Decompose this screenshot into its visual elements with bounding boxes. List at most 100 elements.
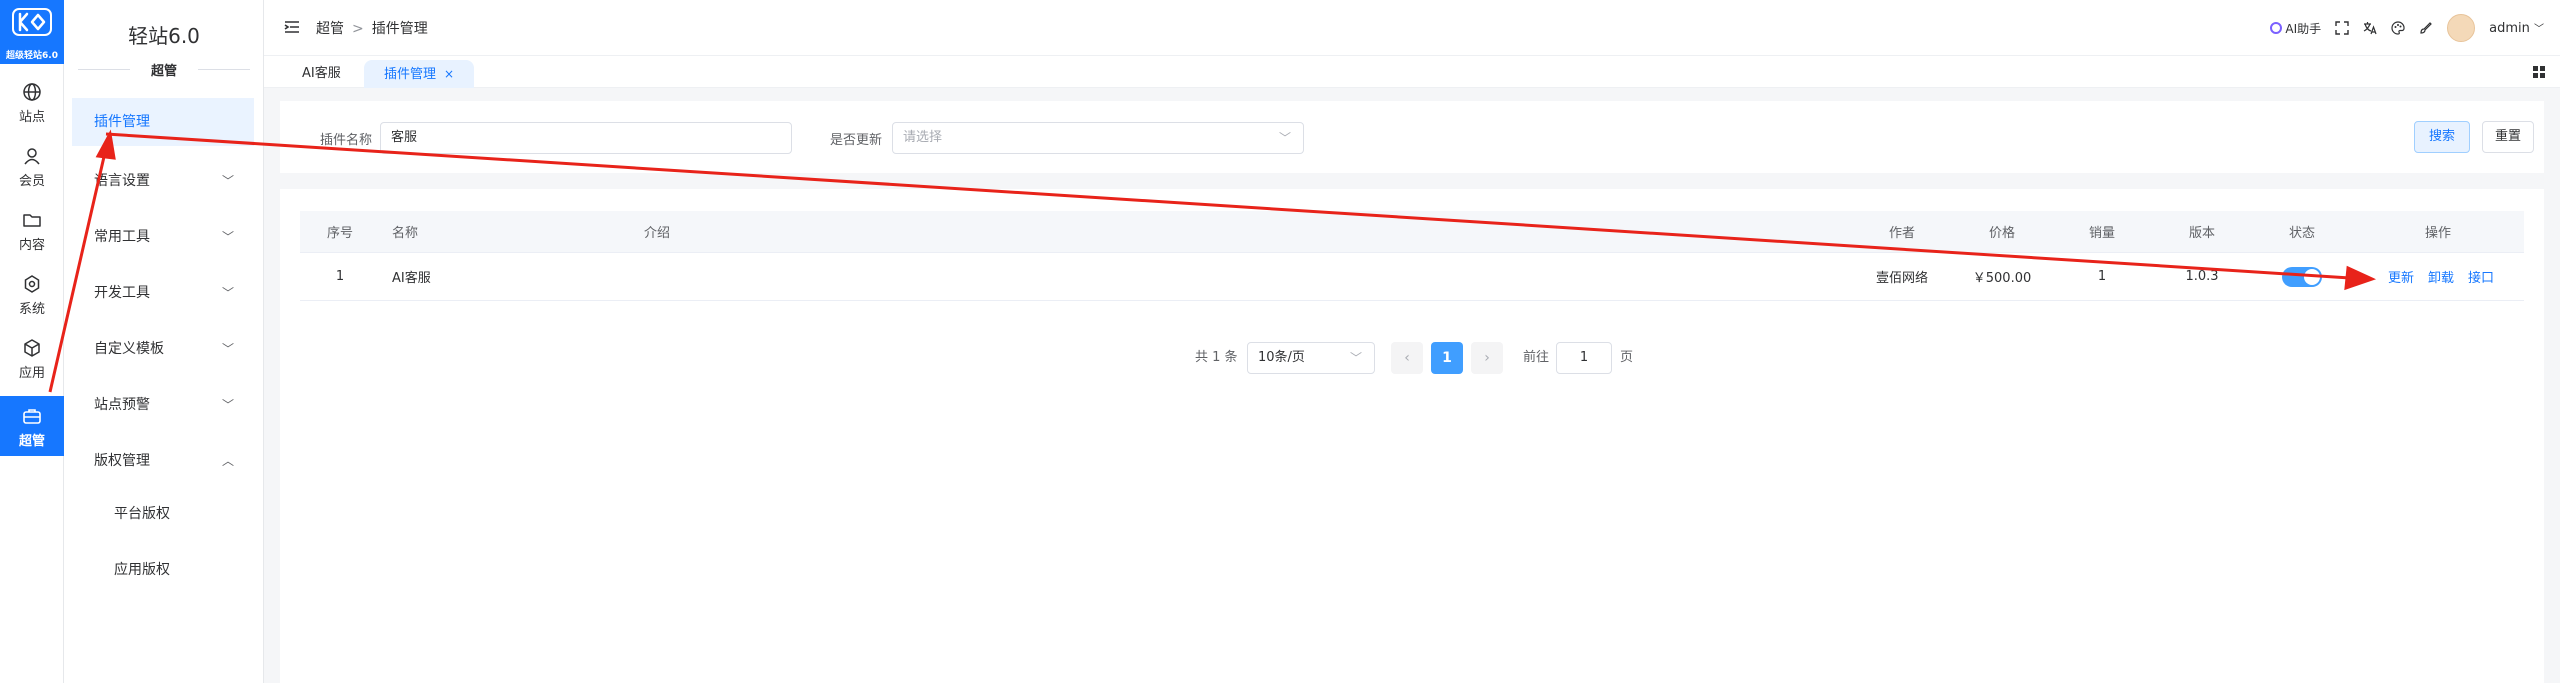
translate-icon[interactable]: [2363, 21, 2377, 35]
menu-item-plugin-management[interactable]: 插件管理: [72, 98, 254, 146]
search-button[interactable]: 搜索: [2414, 121, 2470, 153]
menu-toggle-icon[interactable]: [284, 20, 300, 34]
menu-item-label: 插件管理: [94, 114, 150, 130]
gear-icon: [24, 275, 40, 293]
sidebar-subtitle: 超管: [64, 60, 264, 79]
rail-item-system[interactable]: 系统: [0, 264, 64, 324]
next-page-button[interactable]: ›: [1471, 342, 1503, 374]
api-link[interactable]: 接口: [2468, 267, 2494, 286]
menu-item-label: 版权管理: [94, 453, 150, 469]
cell-name: AI客服: [392, 271, 431, 286]
cell-author: 壹佰网络: [1875, 271, 1928, 286]
tab-label: 插件管理: [384, 67, 437, 82]
breadcrumb-current: 插件管理: [371, 21, 428, 37]
table-row: 1 AI客服 壹佰网络 ￥500.00 1 1.0.3 更新 卸载 接口: [300, 253, 2524, 301]
col-header-actions: 操作: [2424, 226, 2451, 241]
cell-sales: 1: [2097, 269, 2107, 284]
rail-item-superadmin[interactable]: 超管: [0, 396, 64, 456]
reset-button[interactable]: 重置: [2482, 121, 2534, 153]
grid-icon[interactable]: [2532, 65, 2546, 79]
plugin-name-label: 插件名称: [320, 133, 373, 148]
menu-item-site-alert[interactable]: 站点预警 ﹀: [72, 381, 254, 429]
globe-icon: [23, 83, 41, 101]
theme-brush-icon[interactable]: [2419, 21, 2433, 35]
user-menu[interactable]: admin ﹀: [2489, 20, 2544, 36]
col-header-sales: 销量: [2088, 226, 2115, 241]
chevron-up-icon: ︿: [221, 454, 234, 468]
rail-item-label: 内容: [18, 238, 45, 253]
menu-item-custom-template[interactable]: 自定义模板 ﹀: [72, 325, 254, 373]
page-size-value: 10条/页: [1258, 350, 1305, 365]
pagination: 共 1 条 10条/页 ﹀ ‹ 1 › 前往 1 页: [280, 342, 2544, 374]
rail-item-app[interactable]: 应用: [0, 328, 64, 388]
chevron-down-icon: ﹀: [221, 286, 234, 300]
tab-label: AI客服: [302, 66, 341, 81]
menu-item-common-tools[interactable]: 常用工具 ﹀: [72, 213, 254, 261]
search-form: 插件名称 客服 是否更新 请选择 ﹀ 搜索 重置: [280, 101, 2544, 173]
rail-item-label: 应用: [18, 366, 45, 381]
page-number-1[interactable]: 1: [1431, 342, 1463, 374]
table-header: 序号 名称 介绍 作者 价格 销量 版本 状态 操作: [300, 211, 2524, 253]
cube-icon: [24, 339, 40, 357]
chevron-down-icon: ﹀: [2534, 24, 2544, 35]
rail-item-label: 站点: [18, 110, 45, 125]
palette-icon[interactable]: [2391, 21, 2405, 35]
update-status-select[interactable]: 请选择 ﹀: [892, 122, 1304, 154]
col-header-price: 价格: [1988, 226, 2015, 241]
goto-page-input[interactable]: 1: [1556, 342, 1612, 374]
menu-item-label: 语言设置: [94, 173, 150, 189]
ai-assistant-button[interactable]: AI助手: [2270, 20, 2321, 37]
close-icon[interactable]: ×: [444, 67, 454, 81]
uninstall-link[interactable]: 卸载: [2428, 267, 2454, 286]
tab-ai-service[interactable]: AI客服: [282, 60, 361, 88]
fullscreen-icon[interactable]: [2335, 21, 2349, 35]
avatar[interactable]: [2447, 14, 2476, 42]
menu-item-label: 自定义模板: [94, 341, 164, 357]
goto-unit: 页: [1620, 350, 1634, 365]
update-link[interactable]: 更新: [2388, 267, 2414, 286]
prev-page-button[interactable]: ‹: [1391, 342, 1423, 374]
col-header-status: 状态: [2288, 226, 2315, 241]
pagination-total: 共 1 条: [1195, 350, 1238, 365]
cell-intro: [644, 253, 944, 300]
menu-item-app-copyright[interactable]: 应用版权: [72, 546, 254, 594]
chevron-down-icon: ﹀: [221, 230, 234, 244]
col-header-intro: 介绍: [644, 226, 671, 241]
rail-item-site[interactable]: 站点: [0, 72, 64, 132]
chevron-down-icon: ﹀: [1278, 131, 1291, 145]
col-header-index: 序号: [326, 226, 353, 241]
icon-rail: 超级轻站6.0 站点 会员 内容 系统 应用 超管: [0, 0, 64, 683]
briefcase-icon: [23, 409, 41, 424]
rail-item-label: 系统: [18, 302, 45, 317]
menu-item-platform-copyright[interactable]: 平台版权: [72, 490, 254, 538]
status-toggle[interactable]: [2282, 266, 2322, 287]
page-size-select[interactable]: 10条/页 ﹀: [1247, 342, 1375, 374]
rail-item-member[interactable]: 会员: [0, 136, 64, 196]
chevron-down-icon: ﹀: [1349, 351, 1362, 365]
breadcrumb-separator: >: [352, 21, 364, 37]
app-logo[interactable]: 超级轻站6.0: [0, 0, 64, 64]
menu-item-language-settings[interactable]: 语言设置 ﹀: [72, 157, 254, 205]
breadcrumb-root[interactable]: 超管: [316, 21, 344, 37]
rail-item-label: 超管: [18, 434, 45, 449]
menu-item-label: 站点预警: [94, 397, 150, 413]
menu-item-label: 开发工具: [94, 285, 150, 301]
rail-item-label: 会员: [18, 174, 45, 189]
sub-sidebar: 轻站6.0 超管 插件管理 语言设置 ﹀ 常用工具 ﹀ 开发工具 ﹀ 自定义模板 ﹀ 站…: [64, 0, 264, 683]
top-bar: 超管 > 插件管理 AI助手 admin ﹀: [264, 0, 2560, 56]
col-header-version: 版本: [2188, 226, 2215, 241]
username: admin: [2489, 21, 2530, 36]
plugin-name-input[interactable]: 客服: [380, 122, 792, 154]
menu-item-dev-tools[interactable]: 开发工具 ﹀: [72, 269, 254, 317]
menu-item-copyright-management[interactable]: 版权管理 ︿: [72, 437, 254, 485]
logo-icon: [12, 8, 52, 36]
rail-item-content[interactable]: 内容: [0, 200, 64, 260]
tab-plugin-management[interactable]: 插件管理 ×: [364, 60, 475, 88]
tab-bar: AI客服 插件管理 ×: [264, 56, 2560, 88]
breadcrumb: 超管 > 插件管理: [316, 18, 428, 38]
cell-status: [2252, 253, 2352, 300]
select-placeholder: 请选择: [903, 130, 943, 145]
ai-logo-icon: [2270, 22, 2283, 34]
logo-caption: 超级轻站6.0: [6, 51, 58, 61]
sidebar-title: 轻站6.0: [128, 24, 200, 48]
